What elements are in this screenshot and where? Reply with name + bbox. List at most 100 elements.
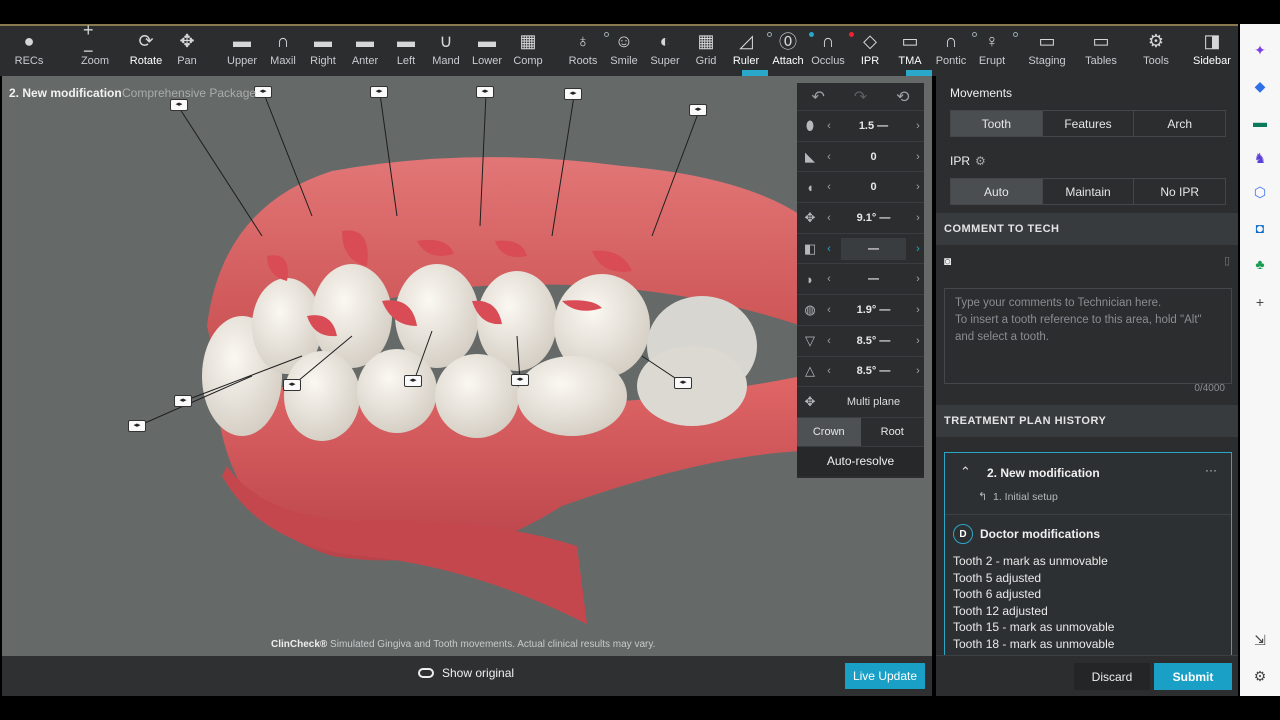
tab-features[interactable]: Features xyxy=(1043,111,1135,136)
dental-model[interactable] xyxy=(2,76,932,656)
submit-button[interactable]: Submit xyxy=(1154,663,1232,690)
decrement-button[interactable]: ‹ xyxy=(823,365,835,377)
undo-icon[interactable]: ↶ xyxy=(811,87,824,107)
split-view-icon[interactable]: ⇲ xyxy=(1250,630,1270,650)
tooth-marker[interactable]: ◂▸ xyxy=(404,375,422,387)
toolbar-grid[interactable]: ▦ Grid xyxy=(684,30,728,74)
toolbar-comp[interactable]: ▦ Comp xyxy=(506,30,550,74)
root-button[interactable]: Root xyxy=(861,418,925,446)
copilot-icon[interactable]: ✦ xyxy=(1250,40,1270,60)
toolbar-attach[interactable]: ⓪ Attach xyxy=(766,30,814,78)
tab-arch[interactable]: Arch xyxy=(1134,111,1225,136)
increment-button[interactable]: › xyxy=(912,273,924,285)
increment-button[interactable]: › xyxy=(912,243,924,255)
crown-button[interactable]: Crown xyxy=(797,417,861,446)
gear-icon[interactable]: ⚙ xyxy=(975,154,986,168)
decrement-button[interactable]: ‹ xyxy=(823,120,835,132)
m365-icon[interactable]: ⬡ xyxy=(1250,182,1270,202)
outlook-icon[interactable]: ◘ xyxy=(1250,218,1270,238)
toolbar-staging[interactable]: ▭ Staging xyxy=(1025,30,1069,74)
camera-icon[interactable]: ◙ xyxy=(944,254,951,268)
toolbar-super[interactable]: ◐ Super xyxy=(643,30,687,74)
tab-auto[interactable]: Auto xyxy=(951,179,1043,204)
trash-icon[interactable]: ▯ xyxy=(1224,254,1230,267)
tree-icon[interactable]: ♣ xyxy=(1250,254,1270,274)
movement-value[interactable]: 0 xyxy=(835,181,912,193)
toolbar-occlus[interactable]: ∩ Occlus xyxy=(806,30,854,74)
toolbar-erupt[interactable]: ♀ Erupt xyxy=(970,30,1018,74)
tooth-marker[interactable]: ◂▸ xyxy=(283,379,301,391)
toolbar-roots[interactable]: ♁ Roots xyxy=(561,30,609,74)
movement-value[interactable]: 8.5° — xyxy=(835,335,912,347)
more-icon[interactable]: ··· xyxy=(1205,463,1217,477)
tooth-marker[interactable]: ◂▸ xyxy=(511,374,529,386)
tooth-marker[interactable]: ◂▸ xyxy=(170,99,188,111)
show-original-button[interactable]: Show original xyxy=(418,666,514,680)
toolbar-rotate[interactable]: ⟳ Rotate xyxy=(124,30,168,78)
tab-no-ipr[interactable]: No IPR xyxy=(1134,179,1225,204)
tooth-marker[interactable]: ◂▸ xyxy=(128,420,146,432)
decrement-button[interactable]: ‹ xyxy=(823,273,835,285)
tooth-marker[interactable]: ◂▸ xyxy=(254,86,272,98)
settings-icon[interactable]: ⚙ xyxy=(1250,666,1270,686)
toolbar-ruler[interactable]: ◿ Ruler xyxy=(724,30,772,80)
decrement-button[interactable]: ‹ xyxy=(823,243,835,255)
toolbar-smile[interactable]: ☺ Smile xyxy=(602,30,646,74)
increment-button[interactable]: › xyxy=(912,212,924,224)
toolbar-mand[interactable]: ∪ Mand xyxy=(424,30,468,74)
multi-plane-row[interactable]: ✥ Multi plane xyxy=(797,387,924,418)
increment-button[interactable]: › xyxy=(912,365,924,377)
decrement-button[interactable]: ‹ xyxy=(823,212,835,224)
decrement-button[interactable]: ‹ xyxy=(823,151,835,163)
toolbar-anter[interactable]: ▬ Anter xyxy=(343,30,387,74)
tooth-marker[interactable]: ◂▸ xyxy=(174,395,192,407)
tooth-marker[interactable]: ◂▸ xyxy=(476,86,494,98)
toolbar-tools[interactable]: ⚙ Tools xyxy=(1134,30,1178,74)
tooth-marker[interactable]: ◂▸ xyxy=(370,86,388,98)
increment-button[interactable]: › xyxy=(912,304,924,316)
discard-button[interactable]: Discard xyxy=(1074,663,1150,690)
decrement-button[interactable]: ‹ xyxy=(823,304,835,316)
plus-icon[interactable]: + xyxy=(1250,292,1270,312)
tag-icon[interactable]: ◆ xyxy=(1250,76,1270,96)
tooth-marker[interactable]: ◂▸ xyxy=(689,104,707,116)
tooth-marker[interactable]: ◂▸ xyxy=(564,88,582,100)
chevron-up-icon[interactable]: ⌃ xyxy=(960,464,971,480)
toolbar-pan[interactable]: ✥ Pan xyxy=(165,30,209,74)
increment-button[interactable]: › xyxy=(912,335,924,347)
movement-value[interactable]: 0 xyxy=(835,151,912,163)
toolbar-left[interactable]: ▬ Left xyxy=(384,30,428,74)
toolbar-tables[interactable]: ▭ Tables xyxy=(1079,30,1123,74)
history-card-header[interactable]: ⌃ 2. New modification ··· ↰ 1. Initial s… xyxy=(945,453,1231,515)
briefcase-icon[interactable]: ▬ xyxy=(1250,112,1270,132)
toolbar-zoom[interactable]: + − Zoom xyxy=(73,20,117,74)
toolbar-recs[interactable]: ● RECs xyxy=(7,30,51,74)
increment-button[interactable]: › xyxy=(912,151,924,163)
toolbar-ipr[interactable]: ◇ IPR xyxy=(848,30,892,78)
tab-maintain[interactable]: Maintain xyxy=(1043,179,1135,204)
movement-value[interactable]: — xyxy=(835,273,912,285)
toolbar-lower[interactable]: ▬ Lower xyxy=(465,30,509,74)
toolbar-tma[interactable]: ▭ TMA xyxy=(888,30,932,80)
live-update-button[interactable]: Live Update xyxy=(845,663,925,689)
toolbar-upper[interactable]: ▬ Upper xyxy=(220,30,264,74)
tooth-marker[interactable]: ◂▸ xyxy=(674,377,692,389)
toolbar-sidebar[interactable]: ◨ Sidebar xyxy=(1190,30,1234,78)
games-icon[interactable]: ♞ xyxy=(1250,148,1270,168)
decrement-button[interactable]: ‹ xyxy=(823,335,835,347)
redo-icon[interactable]: ↷ xyxy=(854,87,867,107)
comment-input[interactable]: Type your comments to Technician here. T… xyxy=(944,288,1232,394)
increment-button[interactable]: › xyxy=(912,181,924,193)
auto-resolve-button[interactable]: Auto-resolve xyxy=(797,445,924,476)
toolbar-pontic[interactable]: ∩ Pontic xyxy=(929,30,977,74)
toolbar-right[interactable]: ▬ Right xyxy=(301,30,345,74)
increment-button[interactable]: › xyxy=(912,120,924,132)
movement-value[interactable]: — xyxy=(841,237,906,260)
movement-value[interactable]: 8.5° — xyxy=(835,365,912,377)
tab-tooth[interactable]: Tooth xyxy=(951,111,1043,136)
toolbar-maxil[interactable]: ∩ Maxil xyxy=(261,30,305,74)
movement-value[interactable]: 9.1° — xyxy=(835,212,912,224)
3d-viewport[interactable]: ◂▸ ◂▸ ◂▸ ◂▸ ◂▸ ◂▸ ◂▸ ◂▸ ◂▸ ◂▸ ◂▸ ◂▸ 2. N… xyxy=(2,76,932,656)
reset-icon[interactable]: ⟲ xyxy=(896,87,909,107)
decrement-button[interactable]: ‹ xyxy=(823,181,835,193)
